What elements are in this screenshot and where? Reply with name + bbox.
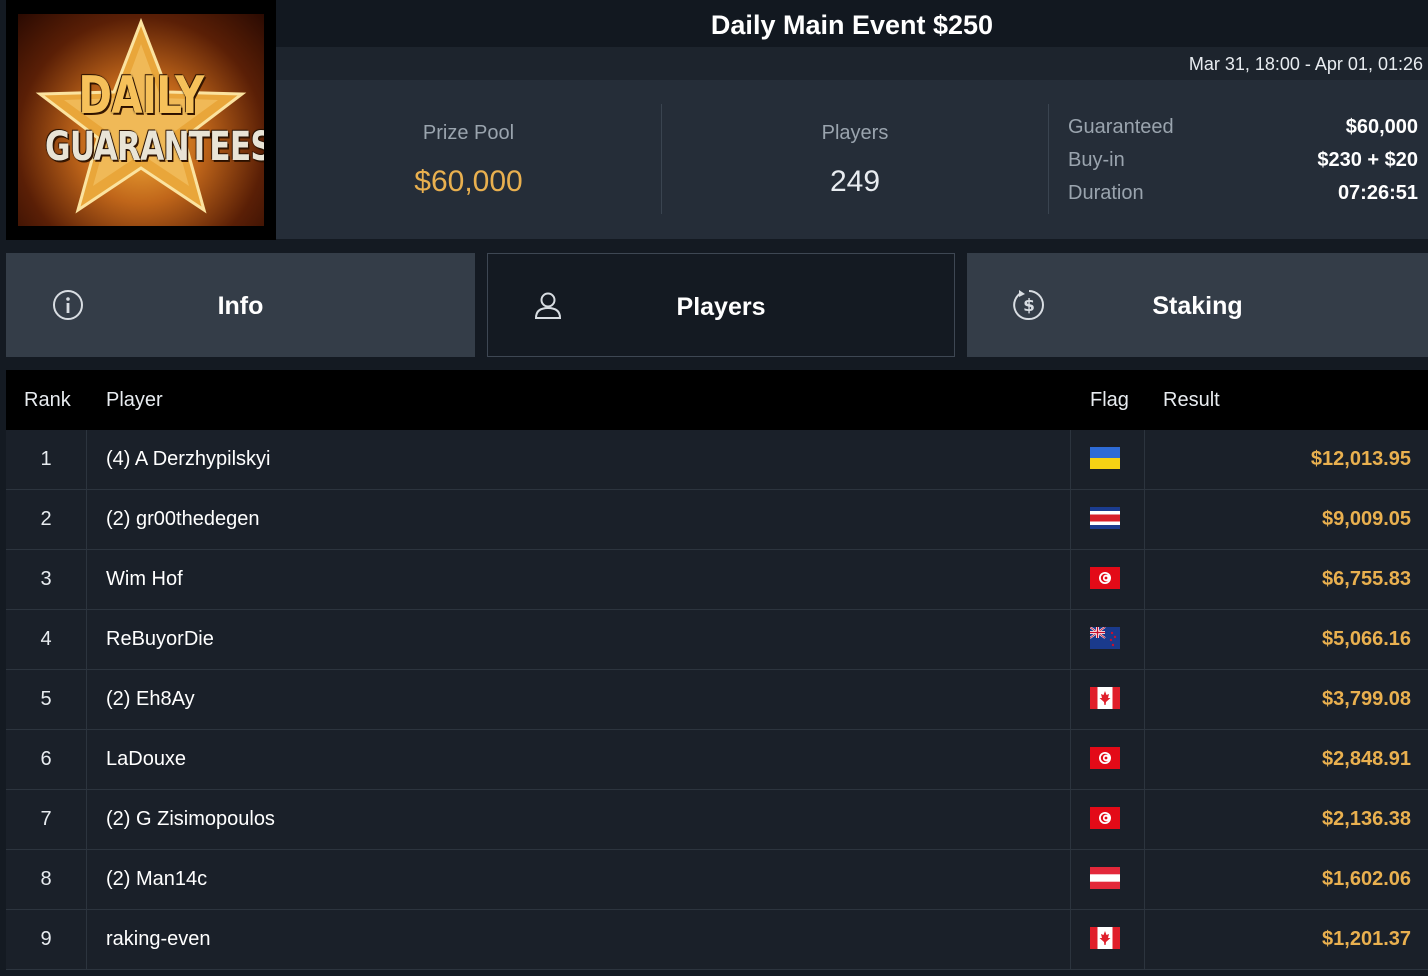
detail-buy-in: Buy-in $230 + $20 bbox=[1068, 145, 1418, 178]
player-name[interactable]: (2) gr00thedegen bbox=[106, 490, 259, 549]
player-name[interactable]: raking-even bbox=[106, 910, 211, 969]
logo-text-guarantees: GUARANTEES bbox=[45, 124, 264, 170]
prize-pool-value: $60,000 bbox=[414, 165, 523, 198]
daily-guarantees-logo: DAILY GUARANTEES bbox=[18, 14, 264, 226]
event-logo: DAILY GUARANTEES bbox=[6, 0, 276, 240]
table-header: Rank Player Flag Result bbox=[6, 370, 1428, 430]
result-value: $1,201.37 bbox=[1322, 928, 1411, 950]
result-value: $2,136.38 bbox=[1322, 808, 1411, 830]
new-zealand-flag-icon bbox=[1090, 627, 1120, 649]
detail-value: $230 + $20 bbox=[1317, 149, 1418, 171]
austria-flag-icon bbox=[1090, 867, 1120, 889]
logo-text-daily: DAILY bbox=[78, 66, 204, 126]
rank-cell: 4 bbox=[6, 610, 87, 669]
detail-label: Duration bbox=[1068, 182, 1144, 204]
tab-staking[interactable]: $ Staking bbox=[967, 253, 1428, 357]
tab-info[interactable]: Info bbox=[6, 253, 475, 357]
stats-bar: Prize Pool $60,000 Players 249 Guarantee… bbox=[276, 80, 1428, 239]
table-row[interactable]: 7 (2) G Zisimopoulos $2,136.38 bbox=[6, 790, 1428, 850]
flag-cell bbox=[1070, 850, 1145, 909]
result-value: $1,602.06 bbox=[1322, 868, 1411, 890]
costa-rica-flag-icon bbox=[1090, 507, 1120, 529]
flag-cell bbox=[1070, 910, 1145, 969]
detail-value: $60,000 bbox=[1345, 116, 1418, 138]
detail-duration: Duration 07:26:51 bbox=[1068, 178, 1418, 211]
detail-value: 07:26:51 bbox=[1337, 182, 1418, 204]
flag-cell bbox=[1070, 430, 1145, 489]
event-details: Guaranteed $60,000 Buy-in $230 + $20 Dur… bbox=[1068, 112, 1418, 211]
players-label: Players bbox=[821, 122, 889, 144]
flag-cell bbox=[1070, 790, 1145, 849]
prize-pool-label: Prize Pool bbox=[422, 122, 515, 144]
header-rank[interactable]: Rank bbox=[24, 370, 71, 430]
table-row[interactable]: 2 (2) gr00thedegen $9,009.05 bbox=[6, 490, 1428, 550]
player-name[interactable]: LaDouxe bbox=[106, 730, 186, 789]
tab-staking-label: Staking bbox=[1152, 292, 1243, 320]
tab-players[interactable]: Players bbox=[487, 253, 955, 357]
players-value: 249 bbox=[829, 165, 881, 198]
event-title: Daily Main Event $250 bbox=[276, 0, 1428, 47]
player-name[interactable]: (2) G Zisimopoulos bbox=[106, 790, 275, 849]
table-row[interactable]: 8 (2) Man14c $1,602.06 bbox=[6, 850, 1428, 910]
rank-cell: 9 bbox=[6, 910, 87, 969]
tunisia-flag-icon bbox=[1090, 807, 1120, 829]
tunisia-flag-icon bbox=[1090, 747, 1120, 769]
flag-cell bbox=[1070, 670, 1145, 729]
rank-cell: 5 bbox=[6, 670, 87, 729]
tunisia-flag-icon bbox=[1090, 567, 1120, 589]
result-value: $9,009.05 bbox=[1322, 508, 1411, 530]
rank-cell: 2 bbox=[6, 490, 87, 549]
table-row[interactable]: 4 ReBuyorDie $5,066.16 bbox=[6, 610, 1428, 670]
result-value: $2,848.91 bbox=[1322, 748, 1411, 770]
table-row[interactable]: 1 (4) A Derzhypilskyi $12,013.95 bbox=[6, 430, 1428, 490]
rank-cell: 7 bbox=[6, 790, 87, 849]
rank-cell: 8 bbox=[6, 850, 87, 909]
rank-cell: 3 bbox=[6, 550, 87, 609]
player-name[interactable]: Wim Hof bbox=[106, 550, 183, 609]
result-value: $5,066.16 bbox=[1322, 628, 1411, 650]
ukraine-flag-icon bbox=[1090, 447, 1120, 469]
result-value: $12,013.95 bbox=[1310, 448, 1411, 470]
table-body: 1 (4) A Derzhypilskyi $12,013.95 2 (2) gr00t… bbox=[6, 430, 1428, 970]
rank-cell: 1 bbox=[6, 430, 87, 489]
player-name[interactable]: (2) Man14c bbox=[106, 850, 207, 909]
player-name[interactable]: (2) Eh8Ay bbox=[106, 670, 195, 729]
tab-info-label: Info bbox=[217, 292, 264, 320]
detail-label: Guaranteed bbox=[1068, 116, 1174, 138]
detail-label: Buy-in bbox=[1068, 149, 1125, 171]
flag-cell bbox=[1070, 610, 1145, 669]
player-name[interactable]: ReBuyorDie bbox=[106, 610, 214, 669]
tab-players-label: Players bbox=[676, 293, 766, 321]
result-value: $3,799.08 bbox=[1322, 688, 1411, 710]
players-stat: Players 249 bbox=[662, 104, 1049, 214]
event-dates: Mar 31, 18:00 - Apr 01, 01:26 bbox=[276, 47, 1428, 80]
table-row[interactable]: 6 LaDouxe $2,848.91 bbox=[6, 730, 1428, 790]
result-value: $6,755.83 bbox=[1322, 568, 1411, 590]
flag-cell bbox=[1070, 730, 1145, 789]
table-row[interactable]: 3 Wim Hof $6,755.83 bbox=[6, 550, 1428, 610]
header-result[interactable]: Result bbox=[1163, 370, 1220, 430]
detail-guaranteed: Guaranteed $60,000 bbox=[1068, 112, 1418, 145]
table-row[interactable]: 9 raking-even $1,201.37 bbox=[6, 910, 1428, 970]
player-name[interactable]: (4) A Derzhypilskyi bbox=[106, 430, 271, 489]
rank-cell: 6 bbox=[6, 730, 87, 789]
flag-cell bbox=[1070, 550, 1145, 609]
table-row[interactable]: 5 (2) Eh8Ay $3,799.08 bbox=[6, 670, 1428, 730]
flag-cell bbox=[1070, 490, 1145, 549]
players-table: Rank Player Flag Result 1 (4) A Derzhypil… bbox=[6, 370, 1428, 970]
prize-pool-stat: Prize Pool $60,000 bbox=[276, 104, 662, 214]
header-flag[interactable]: Flag bbox=[1090, 370, 1129, 430]
canada-flag-icon bbox=[1090, 927, 1120, 949]
header-player[interactable]: Player bbox=[106, 370, 163, 430]
canada-flag-icon bbox=[1090, 687, 1120, 709]
